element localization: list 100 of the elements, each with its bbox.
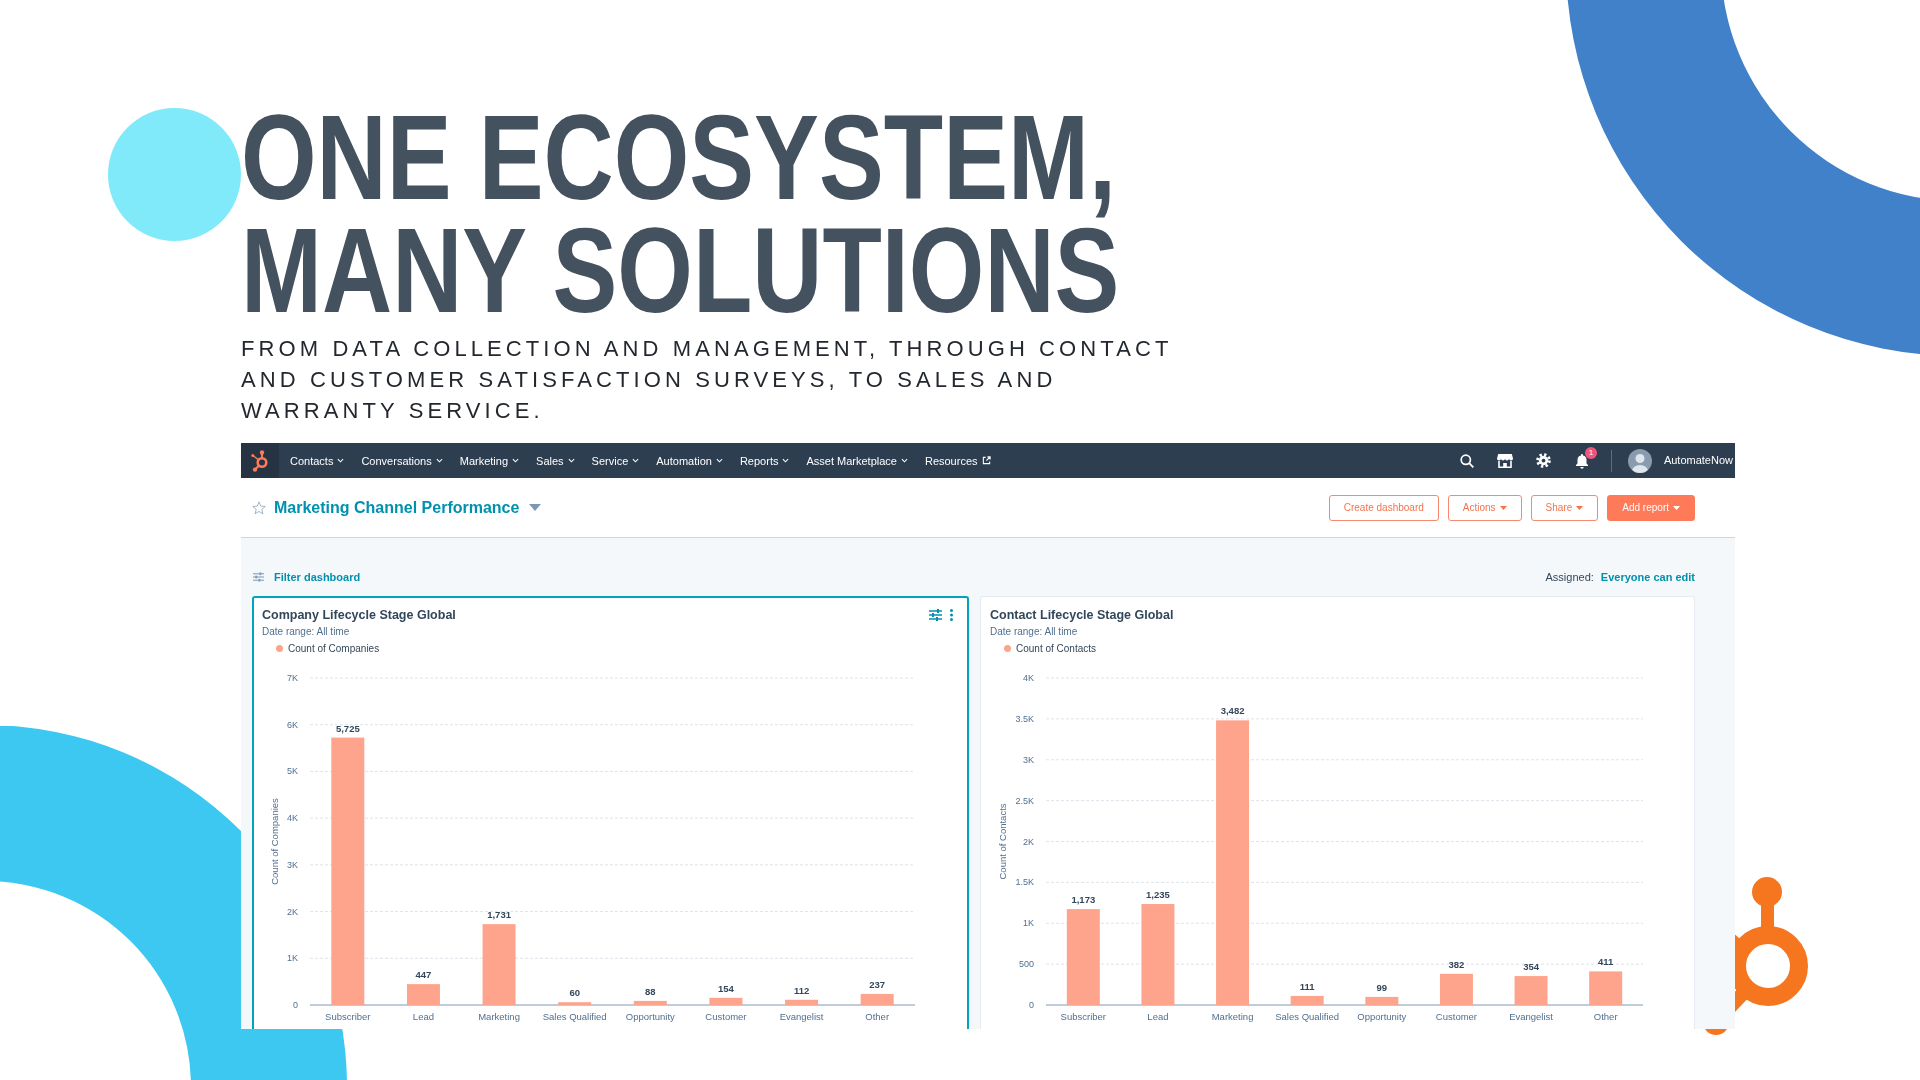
store-icon[interactable] [1496, 453, 1513, 468]
nav-menu-item[interactable]: Contacts [290, 453, 345, 468]
bar [1365, 996, 1399, 1005]
tick-label: 0 [293, 1000, 298, 1010]
nav-menu-item[interactable]: Automation [656, 453, 723, 468]
value-label: 111 [1299, 980, 1315, 992]
tick-label: 4K [1023, 673, 1034, 683]
value-label: 3,482 [1220, 705, 1245, 717]
value-label: 447 [415, 969, 432, 981]
external-link-icon [981, 456, 991, 465]
value-label: 154 [718, 982, 734, 994]
tick-label: 1K [287, 953, 298, 964]
nav-menu-item[interactable]: Service [591, 453, 640, 468]
assigned-link[interactable]: Everyone can edit [1600, 568, 1695, 586]
nav-menu-item[interactable]: Asset Marketplace [806, 453, 908, 468]
category-label: Customer [1435, 1011, 1478, 1022]
bar [1290, 995, 1324, 1005]
slide-subheading: FROM DATA COLLECTION AND MANAGEMENT, THROUGH CONTACT AND CUSTOMER SATISFACTION SURVEYS, TO SALES AND WARRANTY SERVICE. [241, 335, 1174, 425]
tick-label: 2.5K [1015, 795, 1034, 806]
value-label: 354 [1523, 961, 1539, 973]
more-icon[interactable] [950, 609, 953, 621]
nav-menu-item[interactable]: Resources [924, 453, 991, 468]
settings-icon[interactable] [1535, 453, 1551, 468]
notification-badge: 1 [1584, 446, 1597, 459]
value-label: 60 [569, 987, 580, 999]
bar [1589, 971, 1623, 1005]
category-label: Customer [705, 1011, 747, 1022]
slide-headline: ONE ECOSYSTEM, MANY SOLUTIONS [241, 101, 1121, 327]
bell-icon[interactable] [1573, 452, 1590, 469]
chevron-down-icon [900, 458, 908, 463]
tick-label: 2K [287, 906, 298, 917]
tick-label: 2K [1023, 836, 1034, 847]
category-label: Evangelist [779, 1011, 824, 1022]
card-title: Contact Lifecycle Stage Global [990, 607, 1174, 624]
category-label: Opportunity [1357, 1011, 1407, 1022]
chevron-down-icon [435, 458, 443, 463]
category-label: Marketing [1211, 1011, 1254, 1022]
dashboard-title[interactable]: Marketing Channel Performance [274, 495, 520, 520]
value-label: 1,173 [1071, 894, 1096, 906]
category-label: Lead [1147, 1011, 1169, 1022]
value-label: 112 [793, 984, 810, 996]
chevron-down-icon [337, 458, 345, 463]
nav-menu-item[interactable]: Reports [739, 453, 790, 468]
value-label: 88 [645, 985, 656, 997]
nav-menu-item[interactable]: Marketing [459, 453, 520, 468]
category-label: Lead [412, 1011, 434, 1022]
tick-label: 1.5K [1015, 877, 1034, 888]
tick-label: 7K [287, 673, 298, 683]
caret-icon[interactable] [529, 504, 542, 511]
tick-label: 0 [1029, 1000, 1034, 1010]
search-icon[interactable] [1459, 453, 1474, 468]
bar [785, 999, 819, 1005]
category-label: Subscriber [1060, 1011, 1106, 1022]
tick-label: 3K [1023, 754, 1034, 765]
chevron-down-icon [782, 458, 790, 463]
value-label: 1,235 [1146, 889, 1170, 901]
category-label: Marketing [478, 1011, 520, 1022]
card-title: Company Lifecycle Stage Global [262, 607, 456, 624]
bar [633, 1000, 667, 1005]
account-name[interactable]: AutomateNow [1663, 452, 1733, 469]
nav-menu-item[interactable]: Conversations [361, 453, 443, 468]
value-label: 237 [869, 978, 886, 990]
axis-title: Count of Contacts [997, 803, 1008, 880]
filter-icon[interactable] [253, 572, 264, 582]
chevron-down-icon [512, 458, 520, 463]
category-label: Other [1593, 1011, 1618, 1022]
legend-label: Count of Companies [288, 641, 380, 656]
bar [860, 993, 894, 1005]
bar [709, 997, 743, 1005]
bar [558, 1002, 592, 1005]
category-label: Other [865, 1011, 890, 1022]
tick-label: 3.5K [1015, 713, 1034, 724]
bar [1439, 973, 1473, 1005]
tick-label: 4K [287, 813, 298, 824]
category-label: Evangelist [1509, 1011, 1553, 1022]
category-label: Sales Qualified [1275, 1011, 1340, 1022]
date-range-label: Date range: All time [990, 625, 1078, 639]
value-label: 1,731 [487, 909, 511, 921]
category-label: Opportunity [625, 1011, 675, 1022]
value-label: 99 [1376, 981, 1388, 993]
filter-dashboard-link[interactable]: Filter dashboard [274, 568, 361, 586]
avatar-icon[interactable] [1627, 448, 1652, 473]
value-label: 411 [1598, 956, 1614, 968]
tick-label: 5K [287, 766, 298, 777]
tick-label: 6K [287, 719, 298, 730]
category-label: Sales Qualified [542, 1011, 607, 1022]
bar [1514, 976, 1548, 1005]
sliders-icon[interactable] [929, 609, 942, 621]
value-label: 382 [1448, 958, 1465, 970]
star-icon[interactable] [252, 500, 266, 515]
date-range-label: Date range: All time [262, 625, 350, 639]
tick-label: 3K [287, 859, 298, 870]
sprocket-logo-icon[interactable] [241, 443, 279, 478]
bar [406, 984, 440, 1005]
chevron-down-icon [632, 458, 640, 463]
tick-label: 1K [1023, 918, 1034, 929]
axis-title: Count of Companies [269, 798, 280, 885]
chevron-down-icon [715, 458, 723, 463]
tick-label: 500 [1018, 959, 1034, 970]
nav-menu-item[interactable]: Sales [536, 453, 575, 468]
